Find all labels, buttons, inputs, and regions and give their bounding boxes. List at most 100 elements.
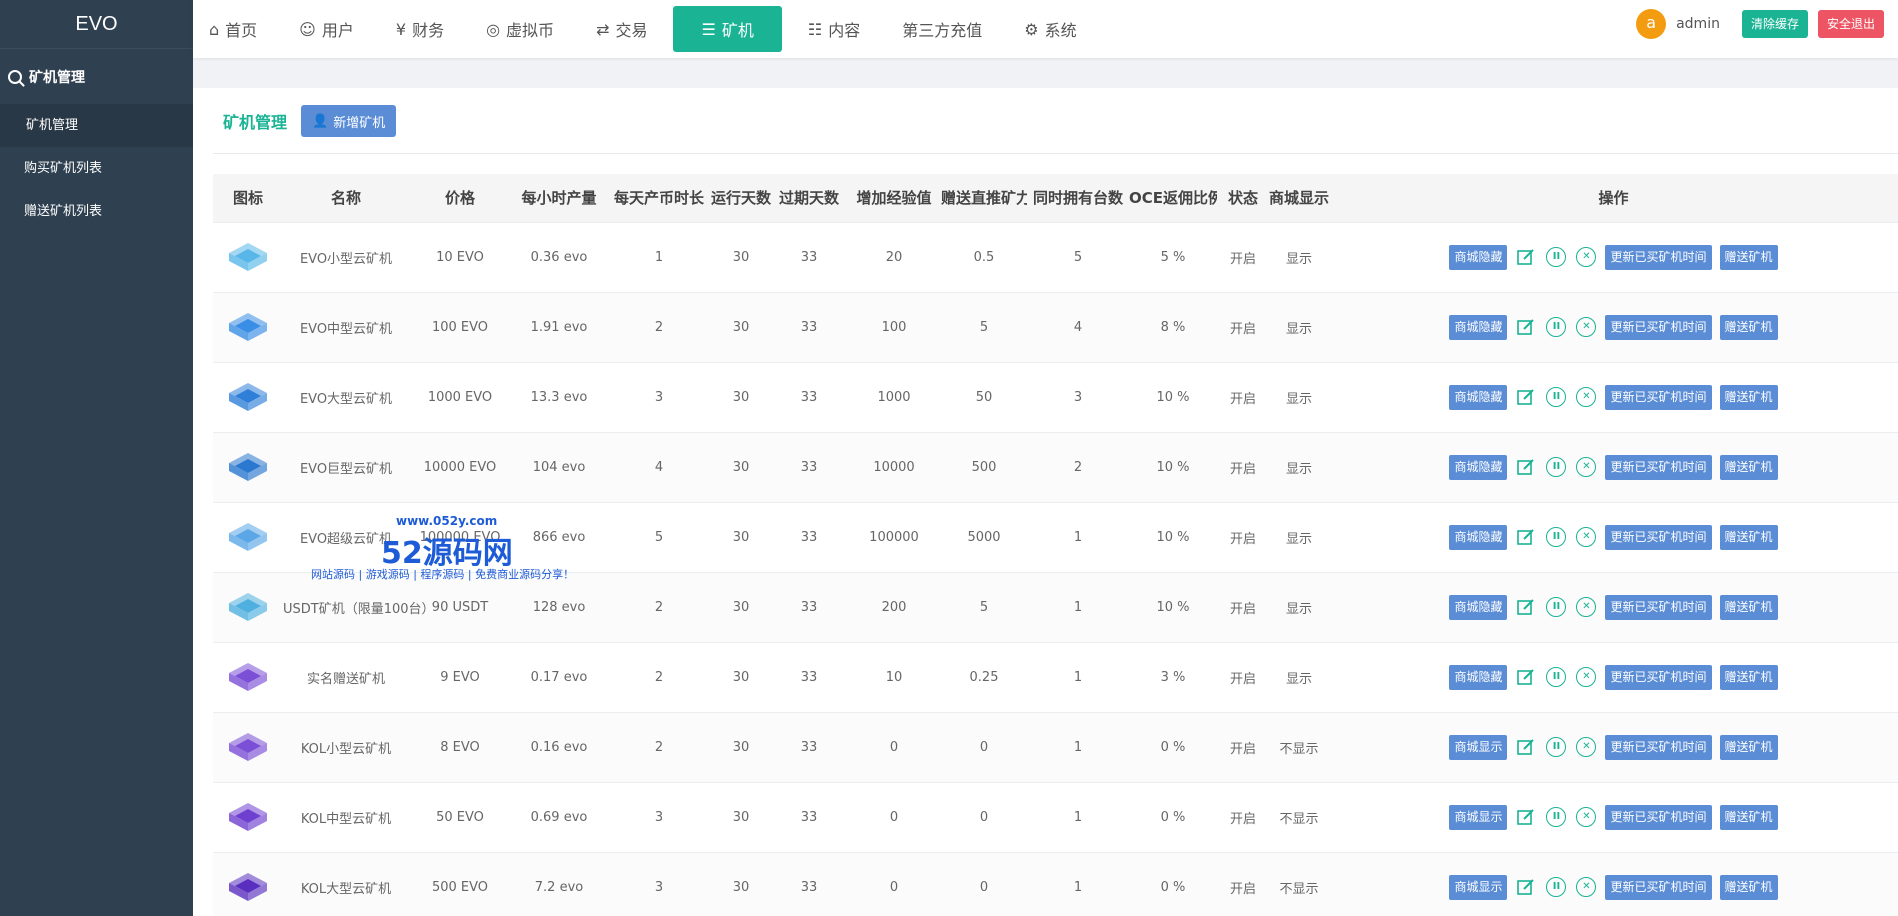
nav-item-7[interactable]: 第三方充值 <box>886 6 998 52</box>
update-miner-time-button[interactable]: 更新已买矿机时间 <box>1605 454 1712 480</box>
column-header: OCE返佣比例 <box>1129 174 1217 222</box>
edit-icon[interactable] <box>1516 247 1536 267</box>
toggle-shop-button[interactable]: 商城显示 <box>1449 734 1508 760</box>
gift-miner-button[interactable]: 赠送矿机 <box>1719 664 1778 690</box>
sidebar-item-gifted-miners[interactable]: 赠送矿机列表 <box>0 190 193 233</box>
toggle-shop-button[interactable]: 商城显示 <box>1449 874 1508 900</box>
cell-power: 5 <box>941 571 1027 642</box>
icon-cell <box>213 431 283 502</box>
pause-icon[interactable]: II <box>1546 527 1567 547</box>
sidebar-item-purchased-miners[interactable]: 购买矿机列表 <box>0 147 193 190</box>
nav-item-label: 财务 <box>412 21 445 40</box>
cell-name: KOL小型云矿机 <box>283 711 409 782</box>
table-row: EVO中型云矿机 100 EVO 1.91 evo 2 30 33 100 5 4 8 % 开启 显示… <box>213 291 1898 362</box>
icon-cell <box>213 641 283 712</box>
toggle-shop-button[interactable]: 商城隐藏 <box>1449 454 1508 480</box>
gift-miner-button[interactable]: 赠送矿机 <box>1719 874 1778 900</box>
update-miner-time-button[interactable]: 更新已买矿机时间 <box>1605 594 1712 620</box>
cell-status: 开启 <box>1217 221 1269 292</box>
edit-icon[interactable] <box>1516 877 1536 897</box>
nav-item-3[interactable]: ◎ 虚拟币 <box>470 6 570 52</box>
update-miner-time-button[interactable]: 更新已买矿机时间 <box>1605 664 1712 690</box>
toggle-shop-button[interactable]: 商城隐藏 <box>1449 524 1508 550</box>
pause-icon[interactable]: II <box>1546 737 1567 757</box>
toggle-shop-button[interactable]: 商城显示 <box>1449 804 1508 830</box>
icon-cell <box>213 361 283 432</box>
toggle-shop-button[interactable]: 商城隐藏 <box>1449 314 1508 340</box>
close-icon[interactable]: ✕ <box>1576 527 1597 547</box>
toggle-shop-button[interactable]: 商城隐藏 <box>1449 244 1508 270</box>
edit-icon[interactable] <box>1516 737 1536 757</box>
actions-cell: 商城显示 II ✕ 更新已买矿机时间 赠送矿机 <box>1329 781 1898 852</box>
cell-run_days: 30 <box>711 851 771 916</box>
add-miner-button[interactable]: 👤 新增矿机 <box>301 105 397 137</box>
nav-item-8[interactable]: ⚙ 系统 <box>1008 6 1092 52</box>
sidebar-item-miner-management[interactable]: 矿机管理 <box>0 104 193 147</box>
gift-miner-button[interactable]: 赠送矿机 <box>1719 384 1778 410</box>
pause-icon[interactable]: II <box>1546 597 1567 617</box>
sidebar-section-header[interactable]: 矿机管理 <box>0 48 193 104</box>
pause-icon[interactable]: II <box>1546 387 1567 407</box>
cell-run_days: 30 <box>711 431 771 502</box>
close-icon[interactable]: ✕ <box>1576 597 1597 617</box>
miner-icon <box>229 313 267 341</box>
cell-price: 1000 EVO <box>409 361 511 432</box>
edit-icon[interactable] <box>1516 317 1536 337</box>
gift-miner-button[interactable]: 赠送矿机 <box>1719 594 1778 620</box>
add-user-icon: 👤 <box>312 113 329 129</box>
add-miner-label: 新增矿机 <box>333 115 386 131</box>
nav-item-0[interactable]: ⌂ 首页 <box>193 6 273 52</box>
edit-icon[interactable] <box>1516 457 1536 477</box>
actions-cell: 商城隐藏 II ✕ 更新已买矿机时间 赠送矿机 <box>1329 361 1898 432</box>
update-miner-time-button[interactable]: 更新已买矿机时间 <box>1605 524 1712 550</box>
pause-icon[interactable]: II <box>1546 317 1567 337</box>
avatar[interactable]: a <box>1636 9 1667 39</box>
update-miner-time-button[interactable]: 更新已买矿机时间 <box>1605 384 1712 410</box>
pause-icon[interactable]: II <box>1546 807 1567 827</box>
logout-button[interactable]: 安全退出 <box>1817 10 1884 38</box>
gift-miner-button[interactable]: 赠送矿机 <box>1719 454 1778 480</box>
close-icon[interactable]: ✕ <box>1576 807 1597 827</box>
toggle-shop-button[interactable]: 商城隐藏 <box>1449 664 1508 690</box>
close-icon[interactable]: ✕ <box>1576 877 1597 898</box>
edit-icon[interactable] <box>1516 807 1536 827</box>
update-miner-time-button[interactable]: 更新已买矿机时间 <box>1605 314 1712 340</box>
update-miner-time-button[interactable]: 更新已买矿机时间 <box>1605 874 1712 900</box>
cell-exp: 0 <box>847 711 941 782</box>
pause-icon[interactable]: II <box>1546 667 1567 687</box>
nav-item-1[interactable]: ☺ 用户 <box>283 6 370 52</box>
cell-hourly: 0.36 evo <box>511 221 607 292</box>
toggle-shop-button[interactable]: 商城隐藏 <box>1449 594 1508 620</box>
cell-exp: 20 <box>847 221 941 292</box>
cell-shop: 显示 <box>1269 571 1329 642</box>
nav-item-2[interactable]: ¥ 财务 <box>380 6 460 52</box>
close-icon[interactable]: ✕ <box>1576 387 1597 407</box>
close-icon[interactable]: ✕ <box>1576 737 1597 757</box>
edit-icon[interactable] <box>1516 387 1536 407</box>
update-miner-time-button[interactable]: 更新已买矿机时间 <box>1605 804 1712 830</box>
edit-icon[interactable] <box>1516 527 1536 547</box>
pause-icon[interactable]: II <box>1546 247 1567 267</box>
nav-item-4[interactable]: ⇄ 交易 <box>580 6 663 52</box>
gift-miner-button[interactable]: 赠送矿机 <box>1719 244 1778 270</box>
pause-icon[interactable]: II <box>1546 457 1567 477</box>
nav-item-6[interactable]: ☷ 内容 <box>792 6 876 52</box>
pause-icon[interactable]: II <box>1546 877 1567 898</box>
close-icon[interactable]: ✕ <box>1576 247 1597 267</box>
clear-cache-button[interactable]: 清除缓存 <box>1741 10 1808 38</box>
gift-miner-button[interactable]: 赠送矿机 <box>1719 734 1778 760</box>
close-icon[interactable]: ✕ <box>1576 667 1597 687</box>
nav-item-5[interactable]: ☰ 矿机 <box>673 6 782 52</box>
close-icon[interactable]: ✕ <box>1576 317 1597 337</box>
update-miner-time-button[interactable]: 更新已买矿机时间 <box>1605 734 1712 760</box>
update-miner-time-button[interactable]: 更新已买矿机时间 <box>1605 244 1712 270</box>
close-icon[interactable]: ✕ <box>1576 457 1597 477</box>
edit-icon[interactable] <box>1516 597 1536 617</box>
cell-price: 100 EVO <box>409 291 511 362</box>
gift-miner-button[interactable]: 赠送矿机 <box>1719 804 1778 830</box>
username-label[interactable]: admin <box>1676 16 1720 32</box>
gift-miner-button[interactable]: 赠送矿机 <box>1719 314 1778 340</box>
edit-icon[interactable] <box>1516 667 1536 687</box>
gift-miner-button[interactable]: 赠送矿机 <box>1719 524 1778 550</box>
toggle-shop-button[interactable]: 商城隐藏 <box>1449 384 1508 410</box>
